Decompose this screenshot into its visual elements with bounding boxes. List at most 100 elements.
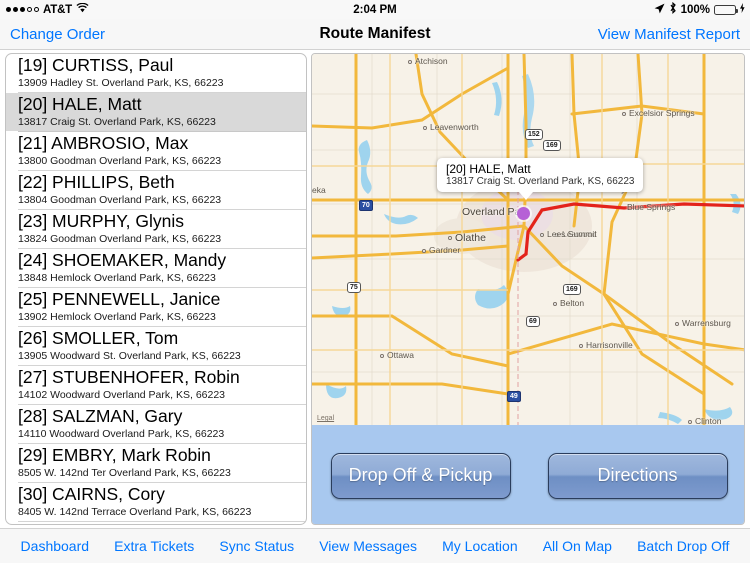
list-item[interactable]: [30] CAIRNS, Cory 8405 W. 142nd Terrace O… [6,483,306,521]
stop-address: 14102 Woodward Overland Park, KS, 66223 [18,389,226,401]
stop-name: [29] EMBRY, Mark Robin [18,445,211,465]
stop-name: [30] CAIRNS, Cory [18,484,165,504]
map-city-label: Warrensburg [682,318,731,328]
stop-address: 13909 Hadley St. Overland Park, KS, 6622… [18,77,224,89]
directions-button[interactable]: Directions [547,452,728,499]
stop-name: [28] SALZMAN, Gary [18,406,183,426]
bluetooth-icon [669,1,677,17]
stop-name: [26] SMOLLER, Tom [18,328,179,348]
battery-icon [714,4,738,15]
map-city-dot [423,126,427,130]
map-pin-selected-stop[interactable] [517,207,530,220]
map-city-dot [553,302,557,306]
map-panel[interactable]: Atchison Leavenworth eka Excelsior Springs L… [311,53,745,525]
toolbar-item[interactable]: Sync Status [219,538,294,554]
map-callout-tail [519,192,533,200]
list-item[interactable]: [26] SMOLLER, Tom 13905 Woodward St. Over… [6,327,306,365]
map-highway-shield: 169 [543,140,561,151]
map-city-dot [579,344,583,348]
map-city-label: eka [312,185,326,195]
map-city-dot [622,112,626,116]
map-city-dot [540,233,544,237]
action-button-tray: Drop Off & Pickup Directions [312,425,744,524]
map-city-label: Lees Summit [547,229,597,239]
map-city-dot [380,354,384,358]
map-city-label: Ottawa [387,350,414,360]
stop-address: 13902 Hemlock Overland Park, KS, 66223 [18,311,216,323]
list-item[interactable]: [22] PHILLIPS, Beth 13804 Goodman Overlan… [6,171,306,209]
map-highway-shield: 75 [347,282,361,293]
status-bar-right: 100% [654,1,745,17]
stop-name: [25] PENNEWELL, Janice [18,289,221,309]
list-item[interactable]: [24] SHOEMAKER, Mandy 13848 Hemlock Overl… [6,249,306,287]
stop-address: 13824 Goodman Overland Park, KS, 66223 [18,233,222,245]
toolbar-item[interactable]: Extra Tickets [114,538,194,554]
map-highway-shield: 152 [525,129,543,140]
stop-address: 13800 Goodman Overland Park, KS, 66223 [18,155,222,167]
map-highway-shield: 49 [507,391,521,402]
map-highway-shield: 69 [526,316,540,327]
drop-off-and-pickup-button[interactable]: Drop Off & Pickup [330,452,511,499]
map-callout-subtitle: 13817 Craig St. Overland Park, KS, 66223 [446,176,635,187]
stop-address: 8405 W. 142nd Terrace Overland Park, KS,… [18,506,252,518]
map-callout[interactable]: [20] HALE, Matt 13817 Craig St. Overland… [437,158,644,200]
map-callout-title: [20] HALE, Matt [446,162,531,176]
map-city-label: Harrisonville [586,340,633,350]
list-item[interactable]: [25] PENNEWELL, Janice 13902 Hemlock Over… [6,288,306,326]
battery-percent-label: 100% [680,3,710,16]
charging-bolt-icon [740,3,745,16]
stop-name: [24] SHOEMAKER, Mandy [18,250,227,270]
list-item[interactable]: [21] AMBROSIO, Max 13800 Goodman Overland… [6,132,306,170]
map-city-label: Atchison [415,56,448,66]
toolbar-item[interactable]: My Location [442,538,517,554]
list-item[interactable]: [31] JORGENSON, Adam8314 W. 144th Street… [6,522,306,524]
toolbar-item[interactable]: All On Map [543,538,612,554]
stop-address: 13804 Goodman Overland Park, KS, 66223 [18,194,222,206]
stop-name: [20] HALE, Matt [18,94,142,114]
map-city-dot [688,420,692,424]
stop-address: 13905 Woodward St. Overland Park, KS, 66… [18,350,241,362]
status-bar: AT&T 2:04 PM 100% [0,0,750,19]
map-city-label: Excelsior Springs [629,108,695,118]
map-city-label: Olathe [455,232,486,244]
stop-name: [31] JORGENSON, Adam [18,522,306,524]
list-item[interactable]: [23] MURPHY, Glynis 13824 Goodman Overlan… [6,210,306,248]
stop-name: [27] STUBENHOFER, Robin [18,367,240,387]
stop-name: [22] PHILLIPS, Beth [18,172,175,192]
list-item[interactable]: [27] STUBENHOFER, Robin 14102 Woodward Ov… [6,366,306,404]
map-city-label: Blue Springs [627,202,676,212]
toolbar-item[interactable]: Batch Drop Off [637,538,729,554]
list-item[interactable]: [19] CURTISS, Paul 13909 Hadley St. Overl… [6,54,306,92]
toolbar-item[interactable]: Dashboard [21,538,90,554]
stop-name: [19] CURTISS, Paul [18,55,174,75]
bottom-toolbar: Dashboard Extra Tickets Sync Status View Me… [0,528,750,563]
map-city-dot [675,322,679,326]
map-city-dot [422,249,426,253]
map-city-label: Clinton [695,416,722,425]
view-manifest-report-button[interactable]: View Manifest Report [598,26,740,43]
app-root: AT&T 2:04 PM 100% Change Order Route Man… [0,0,750,563]
route-stop-list[interactable]: [19] CURTISS, Paul 13909 Hadley St. Overl… [5,53,307,525]
stop-address: 13817 Craig St. Overland Park, KS, 66223 [18,116,216,128]
stop-address: 14110 Woodward Overland Park, KS, 66223 [18,428,225,440]
route-stop-list-scroll[interactable]: [19] CURTISS, Paul 13909 Hadley St. Overl… [6,54,306,524]
map-city-label: Belton [560,298,585,308]
toolbar-item[interactable]: View Messages [319,538,417,554]
list-item[interactable]: [28] SALZMAN, Gary 14110 Woodward Overlan… [6,405,306,443]
stop-name: [21] AMBROSIO, Max [18,133,189,153]
map-city-label: Gardner [429,245,461,255]
map-city-dot [448,236,452,240]
map-canvas[interactable]: Atchison Leavenworth eka Excelsior Springs L… [312,54,744,425]
map-legal-link[interactable]: Legal [317,415,334,422]
map-highway-shield: 70 [359,200,373,211]
map-highway-shield: 169 [563,284,581,295]
status-bar-clock: 2:04 PM [353,3,397,16]
map-city-label: Leavenworth [430,122,479,132]
stop-name: [23] MURPHY, Glynis [18,211,184,231]
list-item[interactable]: [20] HALE, Matt 13817 Craig St. Overland … [6,93,306,131]
list-item[interactable]: [29] EMBRY, Mark Robin 8505 W. 142nd Ter … [6,444,306,482]
navigation-bar: Change Order Route Manifest View Manifes… [0,19,750,50]
stop-address: 13848 Hemlock Overland Park, KS, 66223 [18,272,216,284]
stop-address: 8505 W. 142nd Ter Overland Park, KS, 662… [18,467,231,479]
map-city-dot [408,60,412,64]
